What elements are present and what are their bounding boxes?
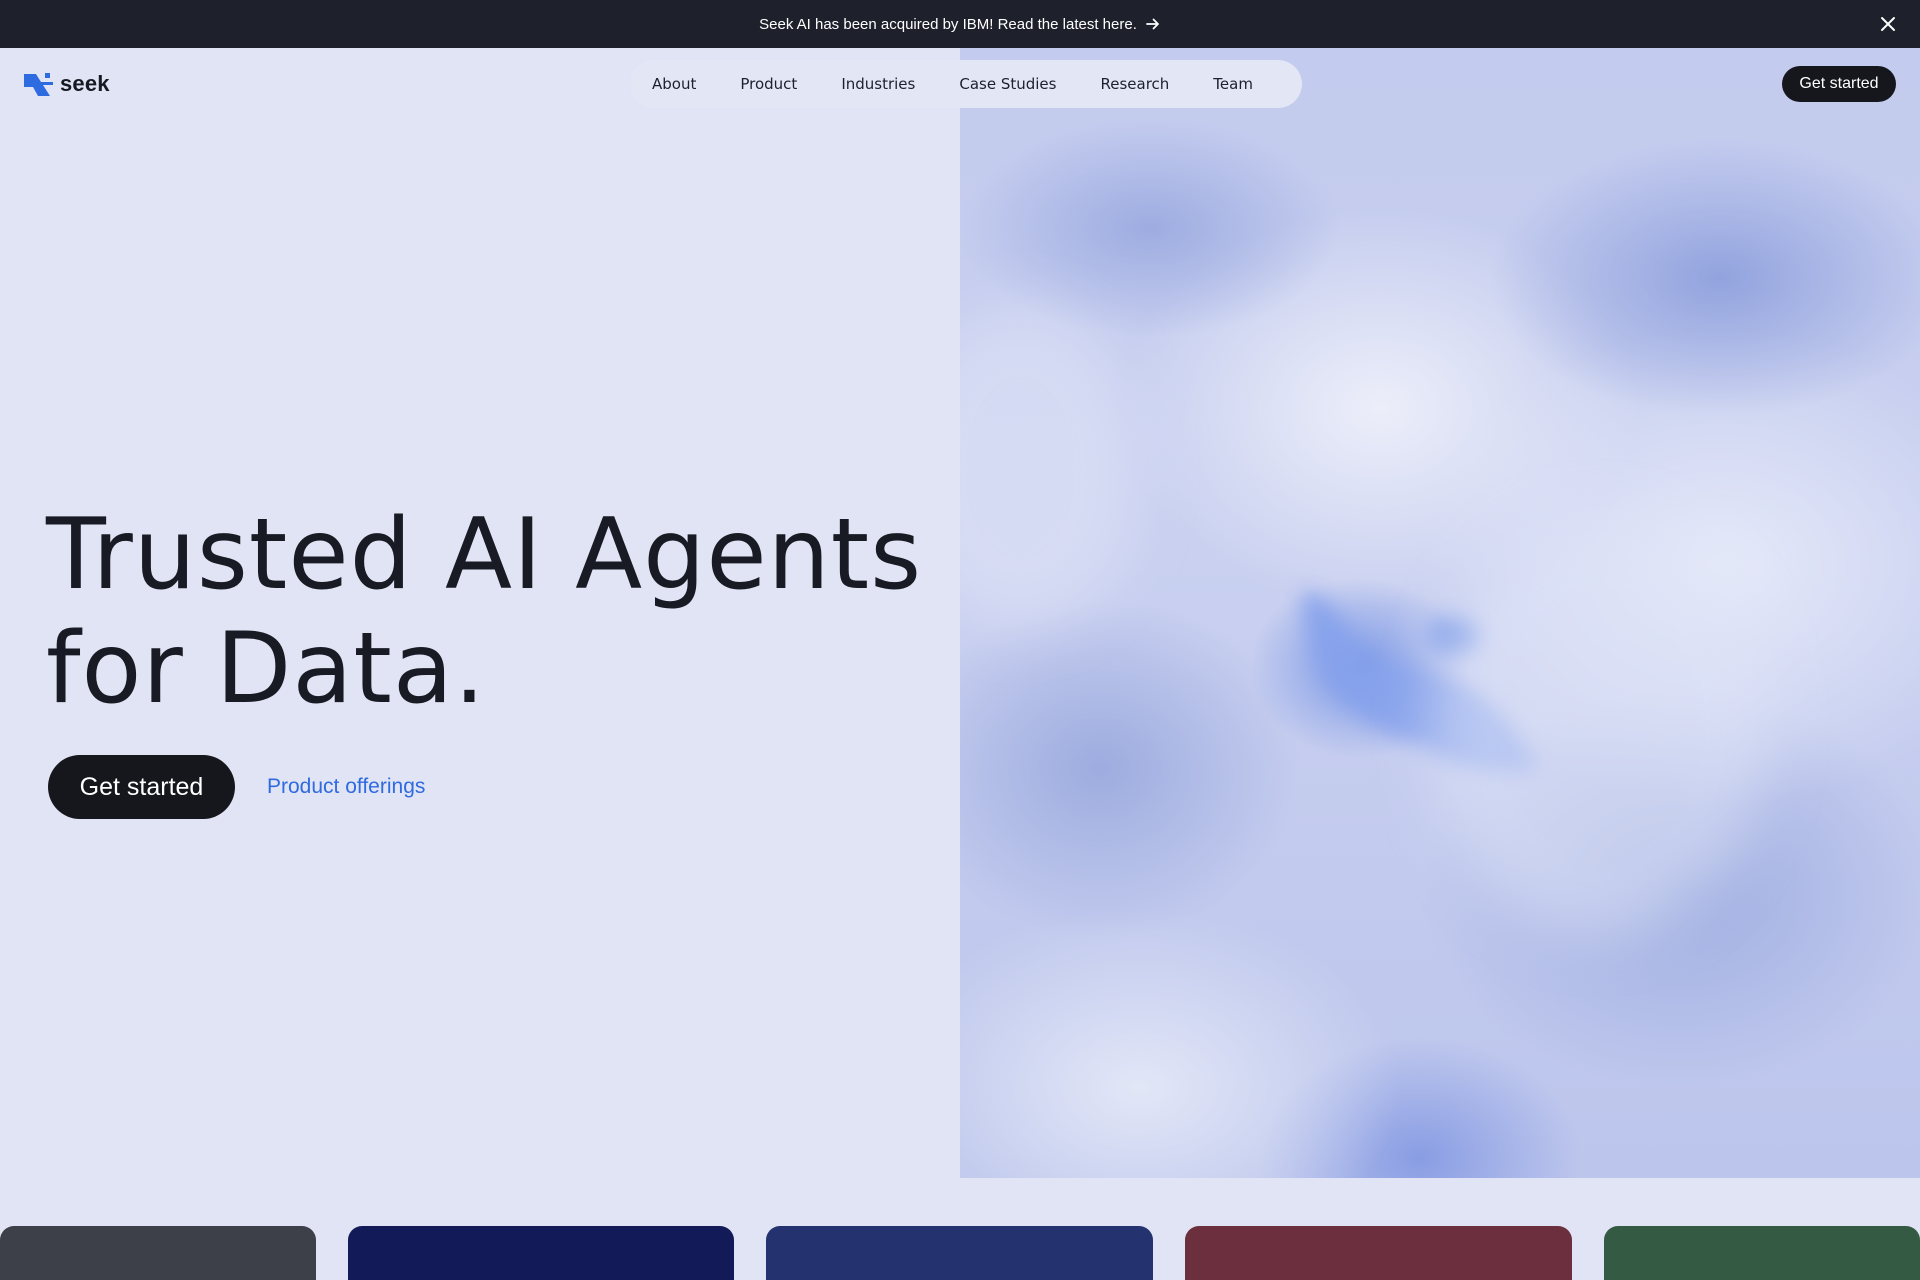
- nav-item-industries[interactable]: Industries: [841, 75, 915, 93]
- seek-logo[interactable]: seek: [24, 70, 110, 98]
- nav-item-product[interactable]: Product: [740, 75, 797, 93]
- hero-title-line-1: Trusted AI Agents: [46, 498, 923, 612]
- seek-logo-icon: [24, 73, 53, 96]
- brand-name: seek: [60, 71, 110, 96]
- header-get-started-button[interactable]: Get started: [1782, 66, 1896, 102]
- feature-card-4[interactable]: [1185, 1226, 1572, 1280]
- product-offerings-link[interactable]: Product offerings: [267, 772, 425, 802]
- hero-abstract-image: [960, 48, 1920, 1178]
- feature-card-3[interactable]: [766, 1226, 1153, 1280]
- feature-card-1[interactable]: [0, 1226, 316, 1280]
- hero-blur-shapes: [960, 308, 1770, 938]
- announcement-text: Seek AI has been acquired by IBM! Read t…: [759, 15, 1137, 33]
- nav-item-case-studies[interactable]: Case Studies: [959, 75, 1056, 93]
- nav-item-about[interactable]: About: [652, 75, 696, 93]
- feature-card-2[interactable]: [348, 1226, 734, 1280]
- hero-title: Trusted AI Agents for Data.: [46, 498, 946, 726]
- announcement-close-button[interactable]: [1876, 12, 1900, 36]
- feature-card-5[interactable]: [1604, 1226, 1920, 1280]
- hero-title-line-2: for Data.: [46, 612, 487, 726]
- announcement-bar: Seek AI has been acquired by IBM! Read t…: [0, 0, 1920, 48]
- arrow-right-icon: [1145, 18, 1159, 30]
- announcement-link[interactable]: Seek AI has been acquired by IBM! Read t…: [759, 16, 1161, 33]
- nav-item-research[interactable]: Research: [1100, 75, 1169, 93]
- nav-item-team[interactable]: Team: [1213, 75, 1253, 93]
- close-icon: [1881, 17, 1895, 31]
- main-nav: About Product Industries Case Studies Re…: [630, 60, 1302, 108]
- hero-get-started-button[interactable]: Get started: [48, 755, 235, 819]
